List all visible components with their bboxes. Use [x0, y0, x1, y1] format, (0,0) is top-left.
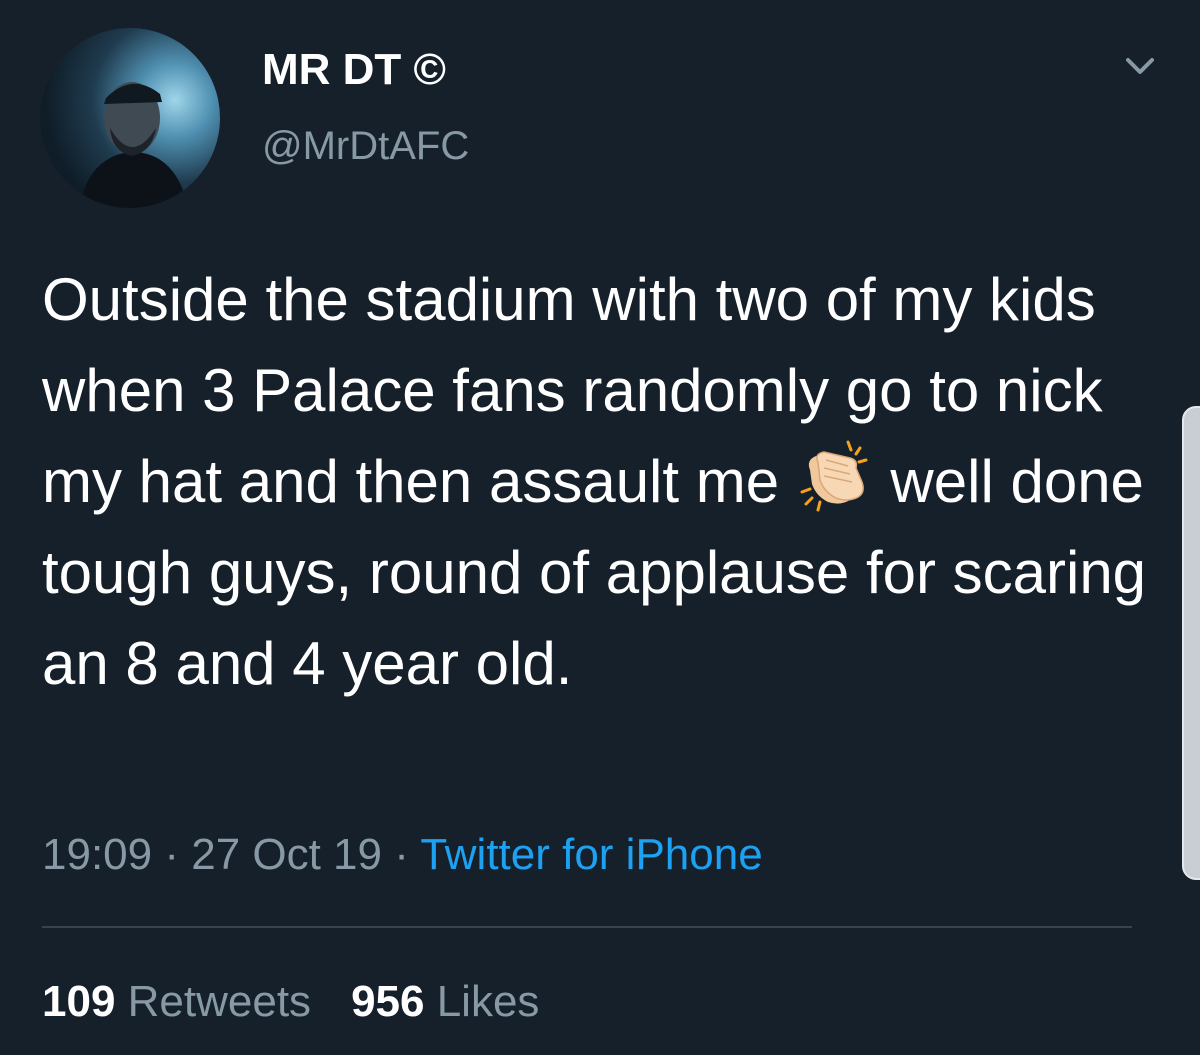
chevron-down-icon[interactable]	[1118, 50, 1162, 84]
meta-separator: ·	[382, 830, 421, 879]
retweets-count: 109	[42, 977, 116, 1026]
tweet-time[interactable]: 19:09	[42, 830, 152, 879]
likes-label: Likes	[424, 977, 540, 1026]
meta-separator: ·	[152, 830, 192, 879]
tweet-meta: 19:09 · 27 Oct 19 · Twitter for iPhone	[42, 828, 763, 882]
author-handle[interactable]: @MrDtAFC	[262, 122, 469, 170]
tweet-date[interactable]: 27 Oct 19	[191, 830, 382, 879]
retweets-stat[interactable]: 109 Retweets	[42, 977, 311, 1026]
avatar-image	[80, 82, 188, 208]
author-display-name[interactable]: MR DT ©	[262, 44, 446, 96]
retweets-label: Retweets	[115, 977, 312, 1026]
tweet-stats: 109 Retweets 956 Likes	[42, 975, 539, 1029]
tweet-text: Outside the stadium with two of my kids …	[42, 254, 1172, 709]
likes-stat[interactable]: 956 Likes	[351, 977, 539, 1026]
avatar[interactable]	[40, 28, 220, 208]
tweet-source-link[interactable]: Twitter for iPhone	[420, 830, 762, 879]
divider	[42, 926, 1132, 928]
scrollbar-thumb[interactable]	[1182, 406, 1200, 880]
likes-count: 956	[351, 977, 425, 1026]
clapping-hands-icon	[796, 436, 874, 514]
